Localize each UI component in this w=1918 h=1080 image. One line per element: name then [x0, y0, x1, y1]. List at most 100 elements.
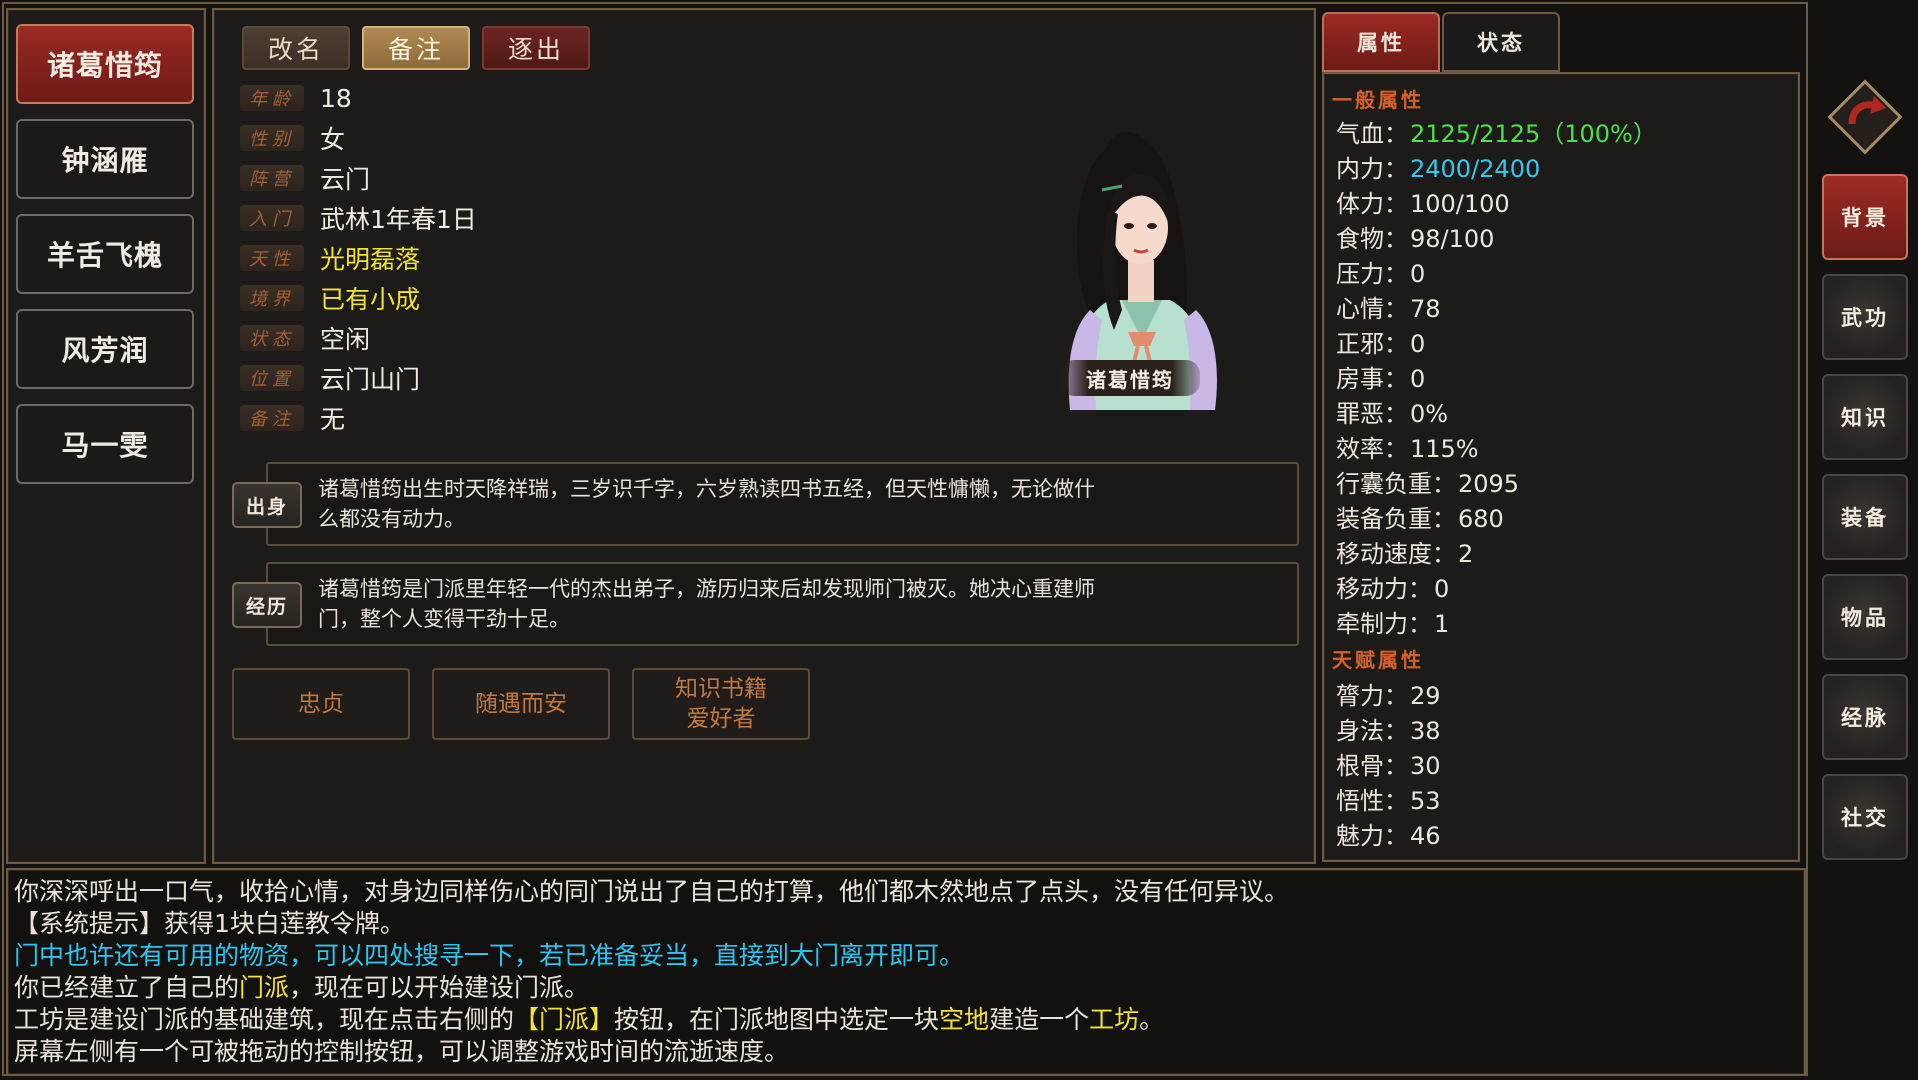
general-attr-key: 房事：: [1336, 365, 1408, 393]
character-item-1[interactable]: 诸葛惜筠: [16, 24, 194, 104]
general-attr-key: 装备负重：: [1336, 505, 1456, 533]
tab-attributes[interactable]: 属性: [1322, 12, 1440, 72]
general-attributes-header: 一般属性: [1332, 88, 1424, 112]
info-row-realm: 境界 已有小成: [240, 280, 420, 316]
info-row-location: 位置 云门山门: [240, 360, 420, 396]
character-portrait: 诸葛惜筠: [1010, 110, 1260, 410]
info-label: 状态: [240, 325, 304, 351]
general-attr-key: 压力：: [1336, 260, 1408, 288]
character-item-3[interactable]: 羊舌飞槐: [16, 214, 194, 294]
general-attr-value: 0: [1410, 365, 1426, 393]
general-attr-key: 食物：: [1336, 225, 1408, 253]
general-attr-row: 正邪：0: [1336, 324, 1425, 359]
info-label: 阵营: [240, 165, 304, 191]
info-label: 入门: [240, 205, 304, 231]
expel-button[interactable]: 逐出: [482, 26, 590, 70]
info-row-note: 备注无: [240, 400, 345, 436]
talent-attr-key: 膂力：: [1336, 682, 1408, 710]
log-line-5: 工坊是建设门派的基础建筑，现在点击右侧的【门派】按钮，在门派地图中选定一块空地建…: [14, 1004, 1794, 1036]
general-attr-value: 0%: [1410, 400, 1449, 428]
info-row-status: 状态 空闲: [240, 320, 370, 356]
log-highlight-workshop: 工坊: [1089, 1005, 1140, 1034]
side-nav-social[interactable]: 社交: [1822, 774, 1908, 860]
talent-attr-row: 悟性：53: [1336, 781, 1441, 816]
trait-book-lover[interactable]: 知识书籍 爱好者: [632, 668, 810, 740]
experience-text-line-1: 诸葛惜筠是门派里年轻一代的杰出弟子，游历归来后却发现师门被灭。她决心重建师: [318, 577, 1095, 601]
info-value: 女: [320, 125, 346, 154]
info-row-nature: 天性 光明磊落: [240, 240, 420, 276]
talent-attr-value: 38: [1410, 717, 1441, 745]
general-attr-value: 0: [1434, 575, 1450, 603]
side-nav-items[interactable]: 物品: [1822, 574, 1908, 660]
info-label: 境界: [240, 285, 304, 311]
talent-attr-row: 身法：38: [1336, 711, 1441, 746]
general-attr-row: 牵制力：1: [1336, 604, 1449, 639]
portrait-name-tag: 诸葛惜筠: [1060, 360, 1200, 396]
general-attr-key: 心情：: [1336, 295, 1408, 323]
log-line-2: 【系统提示】获得1块白莲教令牌。: [14, 909, 405, 938]
info-value: 云门: [320, 165, 371, 194]
general-attr-key: 行囊负重：: [1336, 470, 1456, 498]
talent-attr-value: 53: [1410, 787, 1441, 815]
origin-box: 诸葛惜筠出生时天降祥瑞，三岁识千字，六岁熟读四书五经，但天性慵懒，无论做什 么都…: [266, 462, 1299, 546]
character-item-5[interactable]: 马一雯: [16, 404, 194, 484]
side-nav-background[interactable]: 背景: [1822, 174, 1908, 260]
general-attr-row: 压力：0: [1336, 254, 1425, 289]
back-icon[interactable]: [1820, 72, 1910, 162]
tab-status[interactable]: 状态: [1442, 12, 1560, 72]
talent-attr-key: 魅力：: [1336, 822, 1408, 850]
log-text: 建造一个: [989, 1005, 1090, 1034]
info-row-join-date: 入门 武林1年春1日: [240, 200, 477, 236]
talent-attr-value: 29: [1410, 682, 1441, 710]
talent-attr-row: 根骨：30: [1336, 746, 1441, 781]
general-attr-value: 2125/2125（100%）: [1410, 120, 1657, 148]
trait-loyal[interactable]: 忠贞: [232, 668, 410, 740]
side-nav-knowledge[interactable]: 知识: [1822, 374, 1908, 460]
log-text: ，现在可以开始建设门派。: [289, 973, 590, 1002]
general-attr-row: 装备负重：680: [1336, 499, 1504, 534]
general-attr-value: 0: [1410, 260, 1426, 288]
character-item-2[interactable]: 钟涵雁: [16, 119, 194, 199]
rename-button[interactable]: 改名: [242, 26, 350, 70]
general-attr-value: 2: [1458, 540, 1474, 568]
log-line-4: 你已经建立了自己的门派，现在可以开始建设门派。: [14, 972, 1794, 1004]
character-item-4[interactable]: 风芳润: [16, 309, 194, 389]
info-label: 位置: [240, 365, 304, 391]
message-log: 你深深呼出一口气，收拾心情，对身边同样伤心的同门说出了自己的打算，他们都木然地点…: [14, 876, 1794, 1068]
talent-attributes-header: 天赋属性: [1332, 648, 1424, 672]
general-attr-key: 移动速度：: [1336, 540, 1456, 568]
talent-attr-key: 身法：: [1336, 717, 1408, 745]
info-label: 年龄: [240, 85, 304, 111]
general-attr-key: 移动力：: [1336, 575, 1432, 603]
info-value: 已有小成: [320, 285, 421, 314]
general-attr-value: 2095: [1458, 470, 1520, 498]
talent-attr-value: 30: [1410, 752, 1441, 780]
info-row-age: 年龄 18: [240, 80, 352, 116]
side-nav-meridians[interactable]: 经脉: [1822, 674, 1908, 760]
general-attr-row: 食物：98/100: [1336, 219, 1494, 254]
general-attr-value: 0: [1410, 330, 1426, 358]
general-attr-row: 效率：115%: [1336, 429, 1479, 464]
general-attr-value: 100/100: [1410, 190, 1510, 218]
general-attr-row: 行囊负重：2095: [1336, 464, 1519, 499]
log-line-1: 你深深呼出一口气，收拾心情，对身边同样伤心的同门说出了自己的打算，他们都木然地点…: [14, 877, 1290, 906]
info-row-faction: 阵营 云门: [240, 160, 370, 196]
origin-tag: 出身: [232, 482, 302, 528]
general-attr-key: 牵制力：: [1336, 610, 1432, 638]
general-attr-key: 气血：: [1336, 120, 1408, 148]
info-value: 武林1年春1日: [320, 205, 477, 234]
note-button[interactable]: 备注: [362, 26, 470, 70]
general-attr-value: 98/100: [1410, 225, 1495, 253]
log-highlight-sect: 门派: [239, 973, 290, 1002]
general-attr-key: 效率：: [1336, 435, 1408, 463]
trait-easygoing[interactable]: 随遇而安: [432, 668, 610, 740]
general-attr-value: 1: [1434, 610, 1450, 638]
talent-attr-value: 46: [1410, 822, 1441, 850]
general-attr-value: 115%: [1410, 435, 1479, 463]
info-label: 天性: [240, 245, 304, 271]
origin-text-line-1: 诸葛惜筠出生时天降祥瑞，三岁识千字，六岁熟读四书五经，但天性慵懒，无论做什: [318, 477, 1095, 501]
general-attr-row: 心情：78: [1336, 289, 1441, 324]
side-nav-equipment[interactable]: 装备: [1822, 474, 1908, 560]
log-line-3: 门中也许还有可用的物资，可以四处搜寻一下，若已准备妥当，直接到大门离开即可。: [14, 941, 965, 970]
side-nav-martial-arts[interactable]: 武功: [1822, 274, 1908, 360]
